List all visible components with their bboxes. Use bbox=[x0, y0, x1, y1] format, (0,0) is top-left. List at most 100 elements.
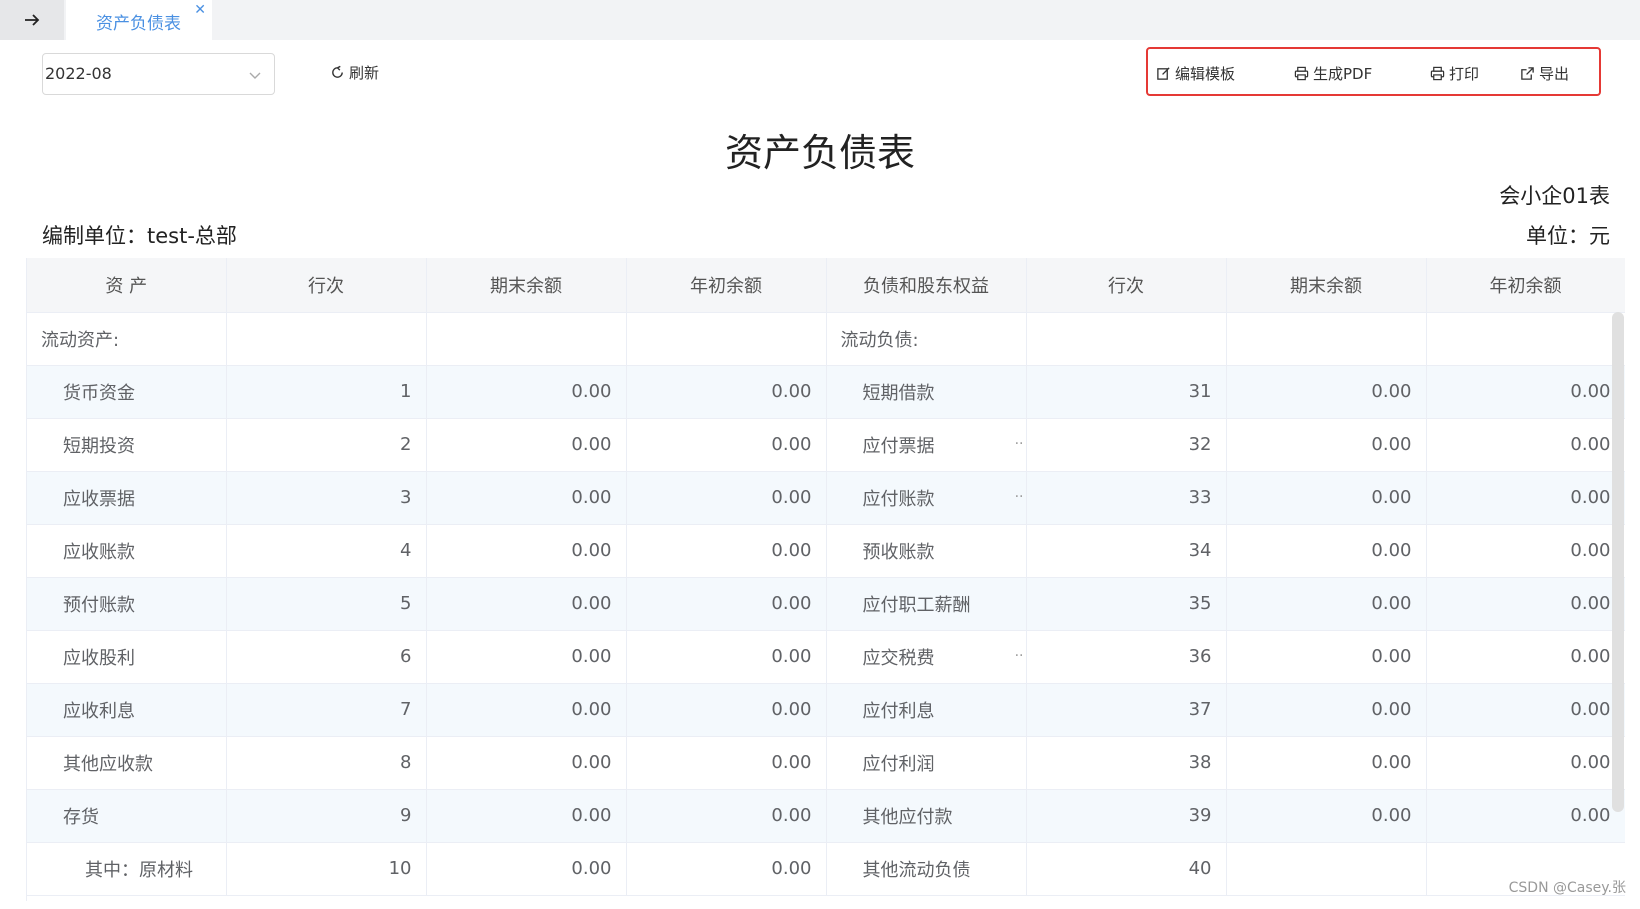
refresh-icon bbox=[332, 65, 343, 78]
table-cell: 33 bbox=[1026, 471, 1227, 525]
table-cell: 应付利润 bbox=[826, 736, 1027, 790]
table-cell: 0.00 bbox=[426, 577, 627, 631]
table-cell bbox=[1026, 312, 1227, 366]
tab-bar: 资产负债表 ✕ bbox=[0, 0, 1640, 40]
table-row: 应收票据 3 0.00 0.00 应付账款.. 33 0.00 0.00 bbox=[27, 471, 1625, 525]
table-cell: 0.00 bbox=[1226, 471, 1427, 525]
refresh-button[interactable]: 刷新 bbox=[330, 62, 379, 83]
truncation-marker: .. bbox=[1014, 431, 1024, 448]
table-cell: 0.00 bbox=[1226, 365, 1427, 419]
table-cell: 0.00 bbox=[626, 736, 827, 790]
table-cell: 短期借款 bbox=[826, 365, 1027, 419]
table-cell: 34 bbox=[1026, 524, 1227, 578]
table-cell: 0.00 bbox=[1426, 789, 1625, 843]
export-button[interactable]: 导出 bbox=[1520, 63, 1569, 84]
balance-sheet-table: 资 产 行次 期末余额 年初余额 负债和股东权益 行次 期末余额 年初余额 流动… bbox=[26, 258, 1625, 901]
table-cell: 其他应收款 bbox=[27, 736, 227, 790]
table-cell: 0.00 bbox=[1226, 630, 1427, 684]
table-cell: 0.00 bbox=[1426, 365, 1625, 419]
table-cell: 0.00 bbox=[626, 577, 827, 631]
table-cell: 0.00 bbox=[1226, 418, 1427, 472]
table-cell: 36 bbox=[1026, 630, 1227, 684]
table-cell: 0.00 bbox=[426, 842, 627, 896]
cell-label: 应付账款 bbox=[862, 488, 935, 510]
table-cell: 40 bbox=[1026, 842, 1227, 896]
table-cell: 0.00 bbox=[1226, 736, 1427, 790]
table-cell: 0.00 bbox=[1426, 683, 1625, 737]
column-header: 年初余额 bbox=[1426, 258, 1625, 313]
table-cell bbox=[1226, 842, 1427, 896]
close-icon[interactable]: ✕ bbox=[194, 2, 206, 18]
table-cell: 8 bbox=[226, 736, 427, 790]
table-row: 流动资产: 流动负债: bbox=[27, 312, 1625, 366]
table-cell: 10 bbox=[226, 842, 427, 896]
table-cell: 0.00 bbox=[1426, 736, 1625, 790]
table-cell: 1 bbox=[226, 365, 427, 419]
table-cell: 0.00 bbox=[426, 789, 627, 843]
chevron-down-icon bbox=[249, 72, 261, 79]
month-picker[interactable]: 2022-08 bbox=[42, 53, 275, 95]
table-cell: 0.00 bbox=[1226, 789, 1427, 843]
table-cell: 0.00 bbox=[626, 418, 827, 472]
table-cell: 38 bbox=[1026, 736, 1227, 790]
table-cell: 6 bbox=[226, 630, 427, 684]
printer-icon bbox=[1430, 66, 1445, 81]
table-cell: 应交税费.. bbox=[826, 630, 1027, 684]
table-cell bbox=[1426, 312, 1625, 366]
truncation-marker: .. bbox=[1014, 484, 1024, 501]
table-cell: 存货 bbox=[27, 789, 227, 843]
table-cell: 流动负债: bbox=[826, 312, 1027, 366]
back-button[interactable] bbox=[0, 0, 64, 40]
table-row: 存货 9 0.00 0.00 其他应付款 39 0.00 0.00 bbox=[27, 789, 1625, 843]
watermark: CSDN @Casey.张 bbox=[1508, 880, 1626, 896]
table-cell: 7 bbox=[226, 683, 427, 737]
table-cell: 0.00 bbox=[626, 789, 827, 843]
table-cell: 其他流动负债 bbox=[826, 842, 1027, 896]
table-cell: 5 bbox=[226, 577, 427, 631]
column-header: 期末余额 bbox=[426, 258, 627, 313]
column-header: 负债和股东权益 bbox=[826, 258, 1027, 313]
table-cell: 0.00 bbox=[1426, 418, 1625, 472]
table-cell: 应收股利 bbox=[27, 630, 227, 684]
printer-icon bbox=[1294, 66, 1309, 81]
table-cell bbox=[626, 312, 827, 366]
table-cell: 其中：原材料 bbox=[27, 842, 227, 896]
table-cell: 0.00 bbox=[1226, 577, 1427, 631]
table-cell: 0.00 bbox=[426, 418, 627, 472]
table-cell: 39 bbox=[1026, 789, 1227, 843]
table-scrollbar[interactable] bbox=[1612, 312, 1624, 812]
edit-template-button[interactable]: 编辑模板 bbox=[1156, 63, 1235, 84]
table-row: 其他应收款 8 0.00 0.00 应付利润 38 0.00 0.00 bbox=[27, 736, 1625, 790]
table-cell: 应付账款.. bbox=[826, 471, 1027, 525]
table-cell: 0.00 bbox=[626, 683, 827, 737]
table-cell: 流动资产: bbox=[27, 312, 227, 366]
arrow-right-icon bbox=[25, 14, 40, 26]
print-button[interactable]: 打印 bbox=[1430, 63, 1479, 84]
truncation-marker: .. bbox=[1014, 643, 1024, 660]
table-cell: 应收账款 bbox=[27, 524, 227, 578]
cell-label: 应交税费 bbox=[862, 647, 935, 669]
table-row: 货币资金 1 0.00 0.00 短期借款 31 0.00 0.00 bbox=[27, 365, 1625, 419]
edit-icon bbox=[1157, 67, 1170, 80]
table-cell: 4 bbox=[226, 524, 427, 578]
cell-label: 应付票据 bbox=[862, 435, 935, 457]
table-cell: 0.00 bbox=[626, 524, 827, 578]
balance-sheet-grid: 资 产 行次 期末余额 年初余额 负债和股东权益 行次 期末余额 年初余额 流动… bbox=[27, 258, 1625, 896]
table-row: 应收利息 7 0.00 0.00 应付利息 37 0.00 0.00 bbox=[27, 683, 1625, 737]
column-header: 期末余额 bbox=[1226, 258, 1427, 313]
table-cell bbox=[226, 312, 427, 366]
table-cell: 0.00 bbox=[1426, 630, 1625, 684]
refresh-label: 刷新 bbox=[349, 64, 380, 82]
tab-balance-sheet[interactable]: 资产负债表 ✕ bbox=[66, 0, 212, 40]
external-link-icon bbox=[1521, 67, 1534, 80]
edit-template-label: 编辑模板 bbox=[1175, 65, 1236, 83]
table-header-row: 资 产 行次 期末余额 年初余额 负债和股东权益 行次 期末余额 年初余额 bbox=[27, 258, 1625, 313]
generate-pdf-button[interactable]: 生成PDF bbox=[1294, 63, 1372, 84]
table-cell: 0.00 bbox=[426, 630, 627, 684]
table-cell: 0.00 bbox=[1426, 577, 1625, 631]
table-cell: 0.00 bbox=[426, 471, 627, 525]
table-cell: 应付职工薪酬 bbox=[826, 577, 1027, 631]
column-header: 年初余额 bbox=[626, 258, 827, 313]
table-cell: 2 bbox=[226, 418, 427, 472]
table-cell: 0.00 bbox=[626, 471, 827, 525]
